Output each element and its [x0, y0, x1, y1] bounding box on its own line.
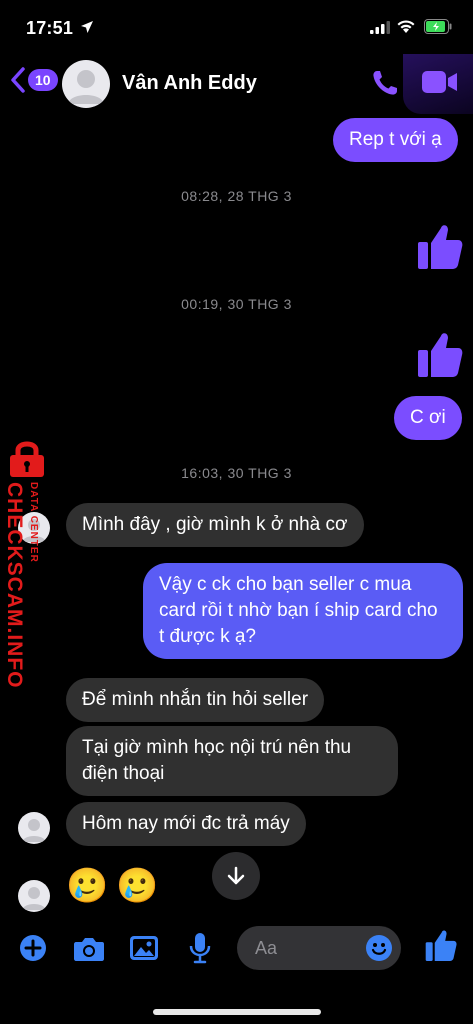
battery-icon: [424, 19, 452, 34]
outgoing-message[interactable]: Rep t với ạ: [333, 118, 458, 162]
outgoing-message[interactable]: Vậy c ck cho bạn seller c mua card rồi t…: [143, 563, 463, 659]
composer: [0, 922, 473, 978]
incoming-message[interactable]: Tại giờ mình học nội trú nên thu điện th…: [66, 726, 398, 796]
thumbs-up-icon[interactable]: [417, 222, 463, 270]
home-indicator: [153, 1009, 321, 1015]
status-bar: 17:51: [0, 0, 473, 54]
avatar-placeholder-icon: [68, 70, 104, 104]
microphone-icon[interactable]: [189, 932, 211, 964]
outgoing-message[interactable]: C ơi: [394, 396, 462, 440]
back-button[interactable]: 10: [10, 66, 58, 94]
phone-icon[interactable]: [370, 68, 400, 98]
signal-icon: [370, 21, 390, 34]
timestamp: 16:03, 30 THG 3: [181, 465, 292, 481]
contact-avatar[interactable]: [62, 60, 110, 108]
status-time: 17:51: [26, 18, 74, 38]
video-camera-icon[interactable]: [422, 70, 458, 94]
watermark-subtitle: DATA CENTER: [28, 482, 39, 563]
timestamp: 08:28, 28 THG 3: [181, 188, 292, 204]
message-input[interactable]: [255, 936, 355, 960]
watermark-title: CHECKSCAM.INFO: [3, 482, 26, 689]
plus-icon[interactable]: [19, 934, 47, 962]
back-chevron-icon: [11, 67, 25, 93]
unread-count-badge: 10: [28, 69, 58, 91]
incoming-message[interactable]: Mình đây , giờ mình k ở nhà cơ: [66, 503, 364, 547]
contact-small-avatar: [18, 880, 50, 912]
emoji-message[interactable]: 🥲: [116, 866, 158, 906]
lock-icon: [10, 441, 44, 477]
contact-small-avatar: [18, 812, 50, 844]
timestamp: 00:19, 30 THG 3: [181, 296, 292, 312]
chevron-down-icon: [227, 866, 245, 885]
chat-header: 10 Vân Anh Eddy: [0, 54, 473, 118]
contact-name[interactable]: Vân Anh Eddy: [122, 72, 257, 95]
thumbs-up-icon[interactable]: [417, 330, 463, 378]
location-arrow-icon: [81, 21, 93, 33]
watermark: CHECKSCAM.INFO DATA CENTER: [2, 440, 50, 689]
avatar-placeholder-icon: [22, 819, 46, 842]
smile-icon[interactable]: [365, 934, 393, 962]
scroll-to-bottom-button[interactable]: [212, 852, 260, 900]
image-icon[interactable]: [129, 935, 159, 961]
camera-icon[interactable]: [73, 936, 105, 962]
incoming-message[interactable]: Để mình nhắn tin hỏi seller: [66, 678, 325, 722]
incoming-message[interactable]: Hôm nay mới đc trả máy: [66, 802, 306, 846]
emoji-message[interactable]: 🥲: [66, 866, 108, 906]
avatar-placeholder-icon: [22, 887, 46, 910]
message-input-field[interactable]: [237, 926, 401, 970]
thumbs-up-icon[interactable]: [425, 928, 457, 962]
wifi-icon: [397, 20, 415, 33]
